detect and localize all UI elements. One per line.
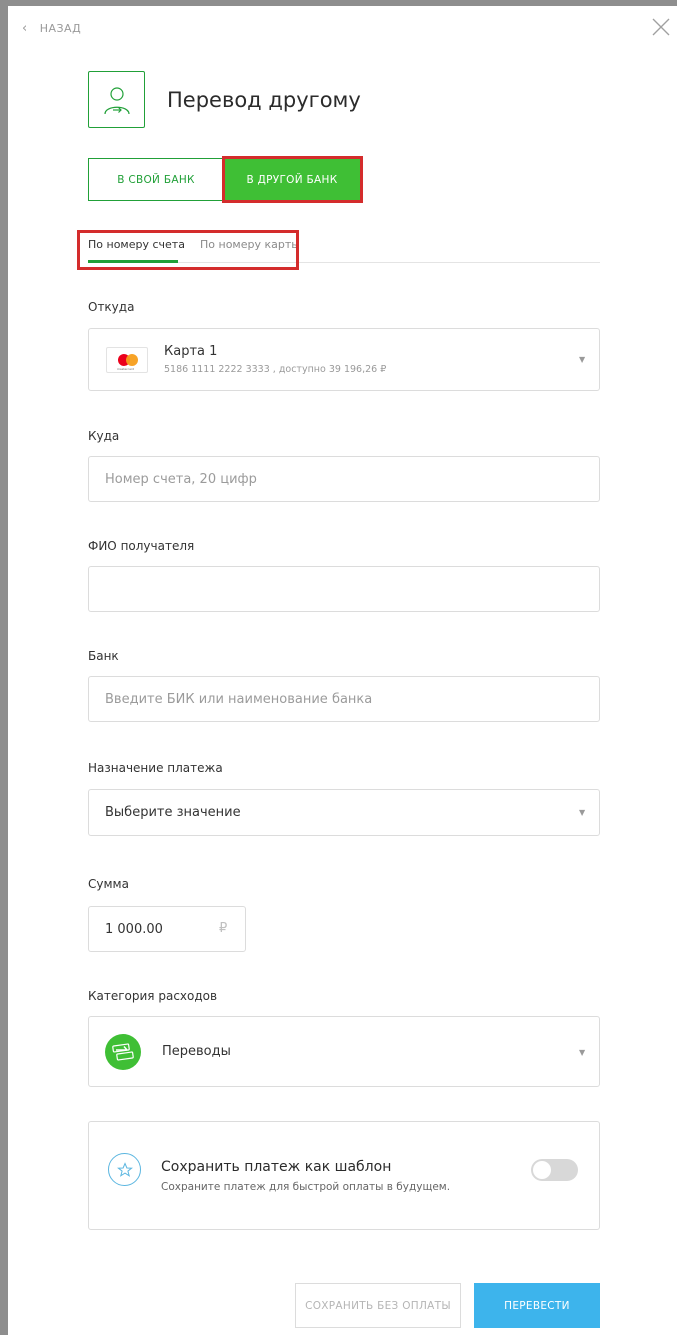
- amount-label: Сумма: [88, 877, 129, 891]
- category-label: Категория расходов: [88, 989, 218, 1003]
- tab-by-card[interactable]: По номеру карты: [200, 238, 300, 251]
- template-title: Сохранить платеж как шаблон: [161, 1159, 392, 1175]
- category-value: Переводы: [162, 1044, 231, 1059]
- bank-switch: В СВОЙ БАНК В ДРУГОЙ БАНК: [88, 158, 360, 201]
- save-template-toggle[interactable]: [531, 1159, 578, 1181]
- recipient-label: ФИО получателя: [88, 539, 195, 553]
- caret-down-icon: ▼: [579, 808, 586, 817]
- save-template-panel: Сохранить платеж как шаблон Сохраните пл…: [88, 1121, 600, 1230]
- purpose-placeholder: Выберите значение: [105, 805, 241, 820]
- transfer-arrows-icon: [105, 1034, 141, 1070]
- page-header: Перевод другому: [88, 71, 361, 128]
- mastercard-icon: mastercard: [106, 347, 148, 373]
- caret-down-icon: ▼: [579, 355, 586, 364]
- to-label: Куда: [88, 429, 120, 443]
- payment-purpose-select[interactable]: Выберите значение ▼: [88, 789, 600, 836]
- source-card-select[interactable]: mastercard Карта 1 5186 1111 2222 3333 ,…: [88, 328, 600, 391]
- other-bank-button[interactable]: В ДРУГОЙ БАНК: [224, 158, 360, 201]
- amount-value: 1 000.00: [105, 922, 163, 937]
- bank-input[interactable]: Введите БИК или наименование банка: [88, 676, 600, 722]
- back-link[interactable]: ‹ НАЗАД: [22, 18, 81, 38]
- caret-down-icon: ▼: [579, 1048, 586, 1057]
- own-bank-button[interactable]: В СВОЙ БАНК: [88, 158, 224, 201]
- expense-category-select[interactable]: Переводы ▼: [88, 1016, 600, 1087]
- tab-by-account[interactable]: По номеру счета: [88, 238, 185, 251]
- bank-label: Банк: [88, 649, 119, 663]
- chevron-left-icon: ‹: [22, 20, 28, 36]
- from-label: Откуда: [88, 300, 135, 314]
- card-details: 5186 1111 2222 3333 , доступно 39 196,26…: [164, 364, 387, 375]
- transfer-method-tabs: По номеру счета По номеру карты: [88, 228, 600, 263]
- purpose-label: Назначение платежа: [88, 761, 223, 775]
- save-without-payment-button[interactable]: СОХРАНИТЬ БЕЗ ОПЛАТЫ: [295, 1283, 461, 1328]
- person-transfer-icon: [88, 71, 145, 128]
- account-number-input[interactable]: Номер счета, 20 цифр: [88, 456, 600, 502]
- bank-placeholder: Введите БИК или наименование банка: [105, 692, 373, 707]
- template-subtitle: Сохраните платеж для быстрой оплаты в бу…: [161, 1181, 451, 1193]
- recipient-name-input[interactable]: [88, 566, 600, 612]
- back-label: НАЗАД: [39, 21, 82, 35]
- account-number-placeholder: Номер счета, 20 цифр: [105, 472, 257, 487]
- star-icon: [108, 1153, 141, 1186]
- close-icon[interactable]: [650, 16, 672, 38]
- active-tab-indicator: [88, 260, 178, 263]
- toggle-knob: [533, 1161, 551, 1179]
- page-title: Перевод другому: [167, 87, 361, 112]
- card-name: Карта 1: [164, 344, 218, 359]
- amount-input[interactable]: 1 000.00 ₽: [88, 906, 246, 952]
- ruble-sign: ₽: [219, 921, 228, 936]
- transfer-button[interactable]: ПЕРЕВЕСТИ: [474, 1283, 600, 1328]
